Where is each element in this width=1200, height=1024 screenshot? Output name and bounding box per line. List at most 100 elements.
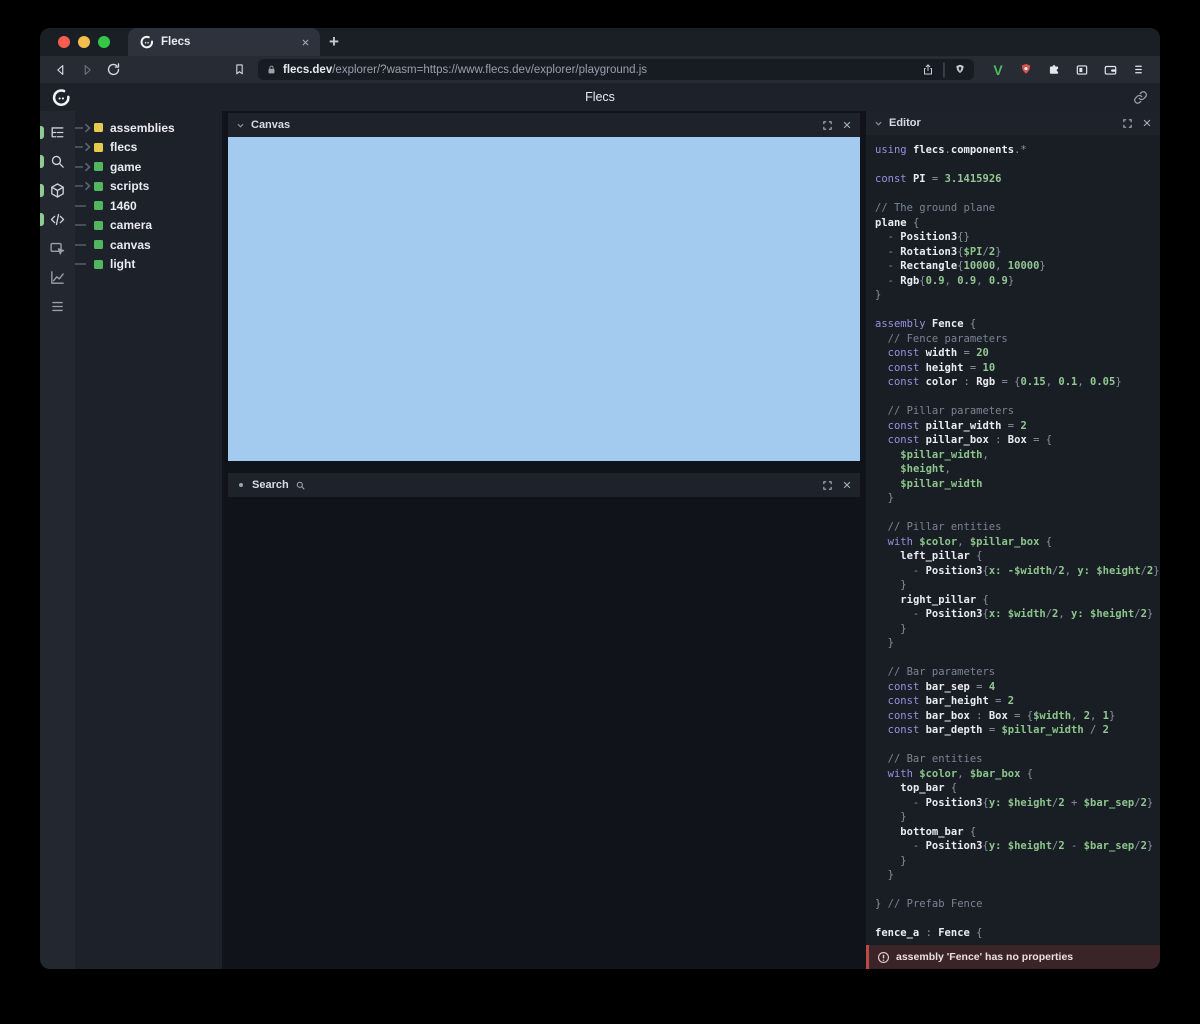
share-icon[interactable]: [922, 63, 934, 76]
tool-code-button[interactable]: [40, 205, 75, 234]
code-line: right_pillar {: [875, 593, 1160, 608]
collapsed-dot-icon[interactable]: [239, 483, 243, 487]
search-panel-title: Search: [252, 479, 289, 491]
code-line: [875, 912, 1160, 927]
tree-guide-line: [75, 201, 94, 211]
tab-close-icon[interactable]: [298, 35, 312, 49]
adguard-extension-icon[interactable]: [1014, 59, 1038, 81]
tool-strip: [40, 111, 75, 969]
vimium-extension-icon[interactable]: V: [986, 59, 1010, 81]
code-line: // Bar parameters: [875, 665, 1160, 680]
code-line: // Fence parameters: [875, 332, 1160, 347]
url-bar[interactable]: flecs.dev/explorer/?wasm=https://www.fle…: [258, 59, 974, 80]
tree-item-label: assemblies: [110, 121, 175, 135]
expand-chevron-icon[interactable]: [75, 142, 94, 152]
tree-item-label: 1460: [110, 199, 137, 213]
tab-title: Flecs: [161, 36, 291, 48]
canvas-panel-header: Canvas: [228, 113, 860, 137]
code-line: - Position3{x: $width/2, y: $height/2}: [875, 607, 1160, 622]
bookmark-icon[interactable]: [228, 59, 250, 81]
close-icon[interactable]: [1142, 118, 1152, 128]
close-window-button[interactable]: [58, 36, 70, 48]
code-line: - Rotation3{$PI/2}: [875, 245, 1160, 260]
fullscreen-icon[interactable]: [822, 480, 833, 491]
code-line: plane {: [875, 216, 1160, 231]
tree-item-scripts[interactable]: scripts: [75, 177, 222, 197]
browser-toolbar: flecs.dev/explorer/?wasm=https://www.fle…: [40, 56, 1160, 83]
active-indicator: [40, 184, 44, 197]
error-message: assembly 'Fence' has no properties: [896, 951, 1073, 963]
tool-chart-button[interactable]: [40, 263, 75, 292]
chevron-down-icon[interactable]: [874, 119, 883, 128]
tree-item-label: light: [110, 257, 135, 271]
tree-item-assemblies[interactable]: assemblies: [75, 118, 222, 138]
center-column: Canvas Search: [222, 111, 864, 969]
tree-item-camera[interactable]: camera: [75, 216, 222, 236]
code-line: with $color, $pillar_box {: [875, 535, 1160, 550]
tool-tree-button[interactable]: [40, 118, 75, 147]
tool-search-button[interactable]: [40, 147, 75, 176]
fullscreen-icon[interactable]: [822, 120, 833, 131]
editor-panel-title: Editor: [889, 117, 921, 129]
browser-tab-flecs[interactable]: Flecs: [128, 28, 320, 56]
active-indicator: [40, 213, 44, 226]
code-line: }: [875, 810, 1160, 825]
expand-chevron-icon[interactable]: [75, 162, 94, 172]
entities-icon: [49, 182, 66, 199]
code-line: }: [875, 622, 1160, 637]
tree-item-label: canvas: [110, 238, 151, 252]
code-line: [875, 506, 1160, 521]
tables-icon: [49, 298, 66, 315]
search-panel-body: [228, 497, 860, 969]
share-link-icon[interactable]: [1133, 90, 1148, 105]
tree-guide-line: [75, 220, 94, 230]
chevron-down-icon[interactable]: [236, 121, 245, 130]
wallet-icon[interactable]: [1098, 59, 1122, 81]
sidebar-toggle-icon[interactable]: [1070, 59, 1094, 81]
tree-item-1460[interactable]: 1460: [75, 196, 222, 216]
forward-button[interactable]: [76, 59, 98, 81]
back-button[interactable]: [50, 59, 72, 81]
code-line: [875, 390, 1160, 405]
tree-item-game[interactable]: game: [75, 157, 222, 177]
canvas-3d-viewport[interactable]: [228, 137, 860, 461]
expand-chevron-icon[interactable]: [75, 181, 94, 191]
flecs-logo-icon[interactable]: [52, 88, 71, 107]
tree-item-light[interactable]: light: [75, 255, 222, 275]
code-line: const bar_height = 2: [875, 694, 1160, 709]
brave-shield-icon[interactable]: [954, 63, 966, 76]
code-line: $pillar_width,: [875, 448, 1160, 463]
tree-item-canvas[interactable]: canvas: [75, 235, 222, 255]
code-line: - Position3{y: $height/2 - $bar_sep/2}: [875, 839, 1160, 854]
code-line: [875, 651, 1160, 666]
fullscreen-icon[interactable]: [1122, 118, 1133, 129]
zoom-window-button[interactable]: [98, 36, 110, 48]
tree-item-label: scripts: [110, 179, 149, 193]
tool-tables-button[interactable]: [40, 292, 75, 321]
new-tab-button[interactable]: +: [320, 28, 348, 56]
menu-icon[interactable]: [1126, 59, 1150, 81]
code-line: [875, 738, 1160, 753]
entity-square-icon: [94, 240, 103, 249]
script-editor[interactable]: using flecs.components.* const PI = 3.14…: [866, 135, 1160, 945]
code-line: }: [875, 491, 1160, 506]
close-icon[interactable]: [842, 480, 852, 490]
divider: |: [942, 61, 946, 79]
code-line: const pillar_width = 2: [875, 419, 1160, 434]
reload-button[interactable]: [102, 59, 124, 81]
extensions-puzzle-icon[interactable]: [1042, 59, 1066, 81]
code-line: const bar_box : Box = {$width, 2, 1}: [875, 709, 1160, 724]
tree-item-flecs[interactable]: flecs: [75, 138, 222, 158]
browser-window: Flecs + flecs.dev/explorer/?wasm=https:/…: [40, 28, 1160, 969]
minimize-window-button[interactable]: [78, 36, 90, 48]
tool-entities-button[interactable]: [40, 176, 75, 205]
editor-panel: Editor using flecs.components.* const PI…: [866, 111, 1160, 969]
tab-bar: Flecs +: [40, 28, 1160, 56]
expand-chevron-icon[interactable]: [75, 123, 94, 133]
code-icon: [49, 211, 66, 228]
tool-inspector-button[interactable]: [40, 234, 75, 263]
close-icon[interactable]: [842, 120, 852, 130]
code-line: left_pillar {: [875, 549, 1160, 564]
tree-guide-line: [75, 240, 94, 250]
code-line: - Position3{y: $height/2 + $bar_sep/2}: [875, 796, 1160, 811]
